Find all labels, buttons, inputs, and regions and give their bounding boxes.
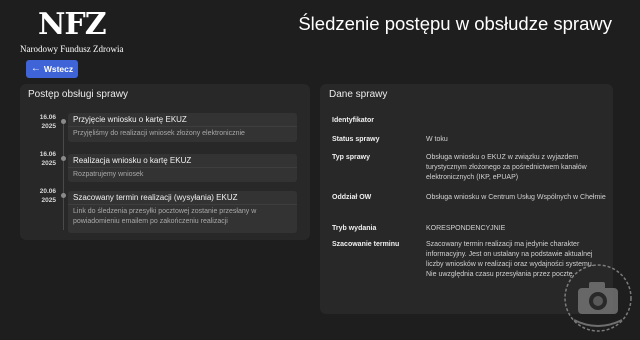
logo-mark: NFZ [38,7,107,42]
step-description: Link do śledzenia przesyłki pocztowej zo… [73,208,257,225]
progress-panel-title: Postęp obsługi sprawy [28,89,129,100]
step-date-day: 20.06 [39,188,56,195]
step-date-day: 16.06 [39,114,56,121]
back-button-label: Wstecz [43,64,74,74]
detail-value: Obsługa wniosku o EKUZ w związku z wyjaz… [426,154,587,181]
step-date-year: 2025 [41,159,56,167]
detail-value: W toku [426,136,448,143]
detail-value: KORESPONDENCYJNIE [426,225,506,232]
step-title: Realizacja wniosku o kartę EKUZ [73,156,192,165]
step-date: 20.06 2025 [36,188,56,205]
step-divider [68,204,297,205]
timeline-dot-icon [61,119,66,124]
detail-label: Szacowanie terminu [332,241,400,248]
nfz-logo: NFZ Narodowy Fundusz Zdrowia [20,8,130,56]
step-description: Rozpatrujemy wniosek [73,171,144,178]
timeline-dot-icon [61,193,66,198]
step-card: Przyjęcie wniosku o kartę EKUZ Przyjęliś… [68,113,297,142]
detail-value: Obsługa wniosku w Centrum Usług Wspólnyc… [426,194,606,201]
camera-watermark-icon [564,264,632,332]
detail-label: Identyfikator [332,117,375,124]
step-date-day: 16.06 [39,151,56,158]
progress-panel: Postęp obsługi sprawy 16.06 2025 Przyjęc… [20,84,310,240]
timeline-line [63,120,64,230]
step-divider [68,126,297,127]
arrow-left-icon: ← [30,63,41,74]
step-title: Przyjęcie wniosku o kartę EKUZ [73,115,187,124]
step-date-year: 2025 [41,122,56,130]
step-date-year: 2025 [41,196,56,204]
step-date: 16.06 2025 [36,114,56,131]
logo-caption: Narodowy Fundusz Zdrowia [20,44,124,54]
detail-label: Tryb wydania [332,225,377,232]
timeline-dot-icon [61,156,66,161]
case-details-title: Dane sprawy [329,89,388,100]
page-title: Śledzenie postępu w obsłudze sprawy [298,13,612,34]
back-button[interactable]: ← Wstecz [26,60,78,78]
detail-label: Oddział OW [332,194,372,201]
step-card: Realizacja wniosku o kartę EKUZ Rozpatru… [68,154,297,182]
step-divider [68,167,297,168]
step-description: Przyjęliśmy do realizacji wniosek złożon… [73,130,245,137]
step-title: Szacowany termin realizacji (wysyłania) … [73,193,238,202]
detail-label: Typ sprawy [332,154,370,161]
step-date: 16.06 2025 [36,151,56,168]
detail-label: Status sprawy [332,136,380,143]
step-card: Szacowany termin realizacji (wysyłania) … [68,191,297,233]
